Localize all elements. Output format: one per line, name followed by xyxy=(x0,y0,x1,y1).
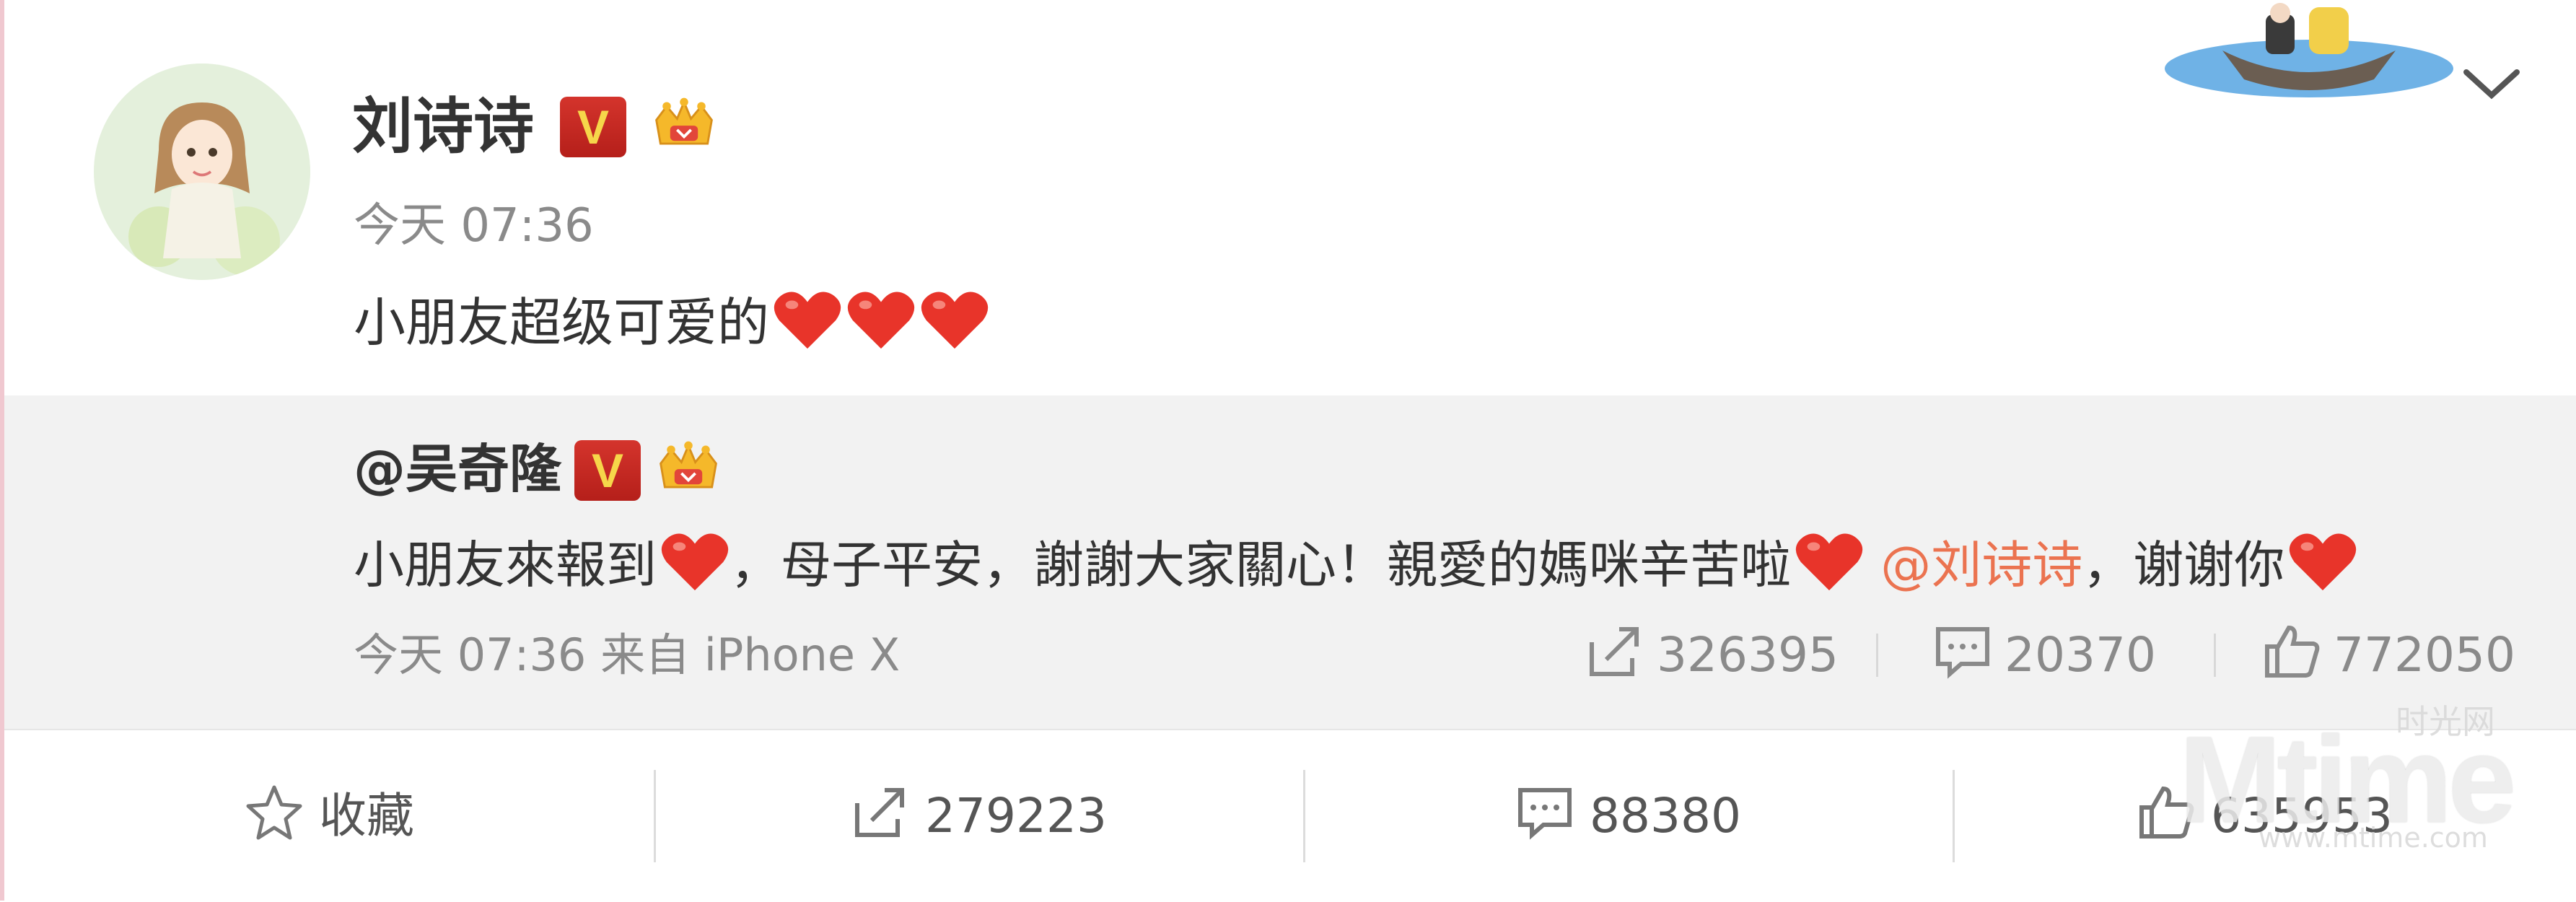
divider xyxy=(2214,634,2216,677)
repost-like-button[interactable]: 772050 xyxy=(2261,619,2515,691)
repost-text-part1: 小朋友來報到 xyxy=(354,535,657,595)
author-name[interactable]: 刘诗诗 xyxy=(352,87,534,166)
repost-text-part2: ，母子平安，謝謝大家關心！親愛的媽咪辛苦啦 xyxy=(730,535,1791,595)
comment-icon xyxy=(1515,781,1575,842)
forward-button[interactable]: 279223 xyxy=(654,730,1303,902)
verified-badge: V xyxy=(574,440,641,501)
repost-author[interactable]: @吴奇隆 xyxy=(354,433,561,505)
avatar-illustration xyxy=(94,64,310,280)
heart-icon xyxy=(2287,529,2358,594)
forward-count: 279223 xyxy=(925,788,1107,844)
heart-icon xyxy=(846,287,916,352)
comment-button[interactable]: 88380 xyxy=(1303,730,1953,902)
repost-author-name[interactable]: @吴奇隆 xyxy=(354,439,561,499)
repost-forward-button[interactable]: 326395 xyxy=(1585,619,1839,691)
mtime-watermark: Mtime 时光网 www.mtime.com xyxy=(2179,693,2569,859)
repost-text: 小朋友來報到 ，母子平安，謝謝大家關心！親愛的媽咪辛苦啦 @刘诗诗，谢谢你 xyxy=(354,525,2358,605)
verified-badge: V xyxy=(560,97,626,157)
divider xyxy=(1876,634,1878,677)
star-icon xyxy=(244,781,305,842)
repost-meta[interactable]: 今天 07:36 来自 iPhone X xyxy=(354,619,900,691)
vip-crown-icon xyxy=(654,436,723,505)
watermark-cn-text: 时光网 xyxy=(2396,702,2495,741)
mention-link[interactable]: @刘诗诗 xyxy=(1880,535,2082,595)
vip-crown-icon xyxy=(649,92,719,162)
repost-text-part3: ，谢谢你 xyxy=(2082,535,2285,595)
comment-count: 88380 xyxy=(1590,788,1741,844)
boat-decoration-icon xyxy=(2157,0,2461,126)
heart-icon xyxy=(1794,529,1865,594)
favorite-button[interactable]: 收藏 xyxy=(4,730,654,902)
heart-icon xyxy=(660,529,730,594)
comment-icon xyxy=(1932,621,1993,681)
watermark-url: www.mtime.com xyxy=(2259,822,2488,854)
repost-comment-button[interactable]: 20370 xyxy=(1932,619,2156,691)
share-arrow-icon xyxy=(850,781,911,842)
repost-forward-count: 326395 xyxy=(1657,627,1839,683)
chevron-down-icon[interactable] xyxy=(2461,64,2523,104)
author-avatar[interactable] xyxy=(94,64,310,280)
reposted-weibo[interactable]: @吴奇隆 V 小朋友來報到 ，母子平安，謝謝大家關心！親愛的媽咪辛苦啦 @刘诗诗，… xyxy=(4,395,2576,729)
heart-icon xyxy=(919,287,990,352)
favorite-label: 收藏 xyxy=(319,788,414,844)
heart-icon xyxy=(772,287,843,352)
post-text: 小朋友超级可爱的 xyxy=(354,283,990,362)
post-timestamp[interactable]: 今天 07:36 xyxy=(354,193,594,258)
share-arrow-icon xyxy=(1585,621,1645,681)
repost-like-count: 772050 xyxy=(2334,627,2515,683)
thumbs-up-icon xyxy=(2261,621,2322,681)
post-text-content: 小朋友超级可爱的 xyxy=(354,292,770,353)
repost-comment-count: 20370 xyxy=(2005,627,2156,683)
